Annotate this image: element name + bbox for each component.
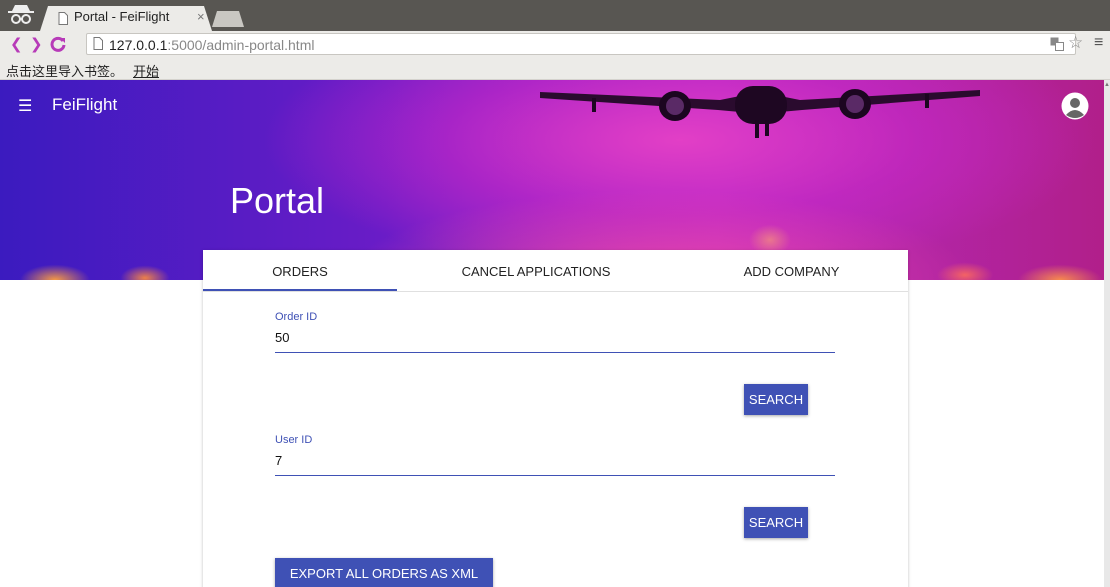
page-icon <box>93 37 103 50</box>
order-id-underline <box>275 352 835 353</box>
user-id-underline <box>275 475 835 476</box>
user-id-input[interactable] <box>275 453 833 468</box>
menu-icon[interactable]: ☰ <box>18 96 32 116</box>
order-id-input[interactable] <box>275 330 833 345</box>
tab-cancel-applications[interactable]: CANCEL APPLICATIONS <box>397 264 675 279</box>
page-title: Portal <box>230 180 325 221</box>
incognito-icon <box>8 5 34 24</box>
portal-tabs: ORDERS CANCEL APPLICATIONS ADD COMPANY <box>203 250 908 292</box>
bookmarks-bar: 点击这里导入书签。 开始 <box>0 57 1110 80</box>
active-tab-indicator <box>203 289 397 291</box>
page-scrollbar[interactable]: ▲ <box>1104 80 1110 587</box>
forward-icon[interactable]: ❯ <box>30 35 43 53</box>
user-id-label: User ID <box>275 434 313 446</box>
tab-add-company[interactable]: ADD COMPANY <box>675 264 908 279</box>
url-text: 127.0.0.1:5000/admin-portal.html <box>109 37 315 53</box>
scroll-up-icon[interactable]: ▲ <box>1104 82 1110 88</box>
browser-menu-icon[interactable]: ≡ <box>1094 34 1103 52</box>
order-id-label: Order ID <box>275 311 318 323</box>
bookmark-star-icon[interactable]: ☆ <box>1068 33 1083 53</box>
browser-toolbar: ❮ ❯ 127.0.0.1:5000/admin-portal.html ☆ ≡ <box>0 31 1110 57</box>
account-icon[interactable] <box>1061 92 1089 120</box>
portal-card: ORDERS CANCEL APPLICATIONS ADD COMPANY O… <box>203 250 908 587</box>
airplane-image <box>540 86 980 138</box>
export-orders-xml-button[interactable]: EXPORT ALL ORDERS AS XML FILE <box>275 558 493 587</box>
bookmarks-start-link[interactable]: 开始 <box>133 61 159 80</box>
user-search-button[interactable]: SEARCH <box>744 507 808 538</box>
tab-close-icon[interactable]: × <box>197 9 205 24</box>
page-content: ☰ FeiFlight Portal ORDERS CANCEL APPLICA… <box>0 80 1110 587</box>
page-icon <box>58 12 68 25</box>
address-bar[interactable]: 127.0.0.1:5000/admin-portal.html <box>86 33 1076 55</box>
reload-icon[interactable] <box>49 35 67 53</box>
order-search-button[interactable]: SEARCH <box>744 384 808 415</box>
translate-icon[interactable] <box>1050 37 1064 51</box>
tab-orders[interactable]: ORDERS <box>203 264 397 279</box>
browser-tab-strip: Portal - FeiFlight × <box>0 0 1110 31</box>
app-brand[interactable]: FeiFlight <box>52 95 117 115</box>
bookmarks-prompt: 点击这里导入书签。 <box>6 64 124 79</box>
new-tab-button[interactable] <box>212 11 244 27</box>
back-icon[interactable]: ❮ <box>10 35 23 53</box>
tab-title: Portal - FeiFlight <box>74 9 170 24</box>
